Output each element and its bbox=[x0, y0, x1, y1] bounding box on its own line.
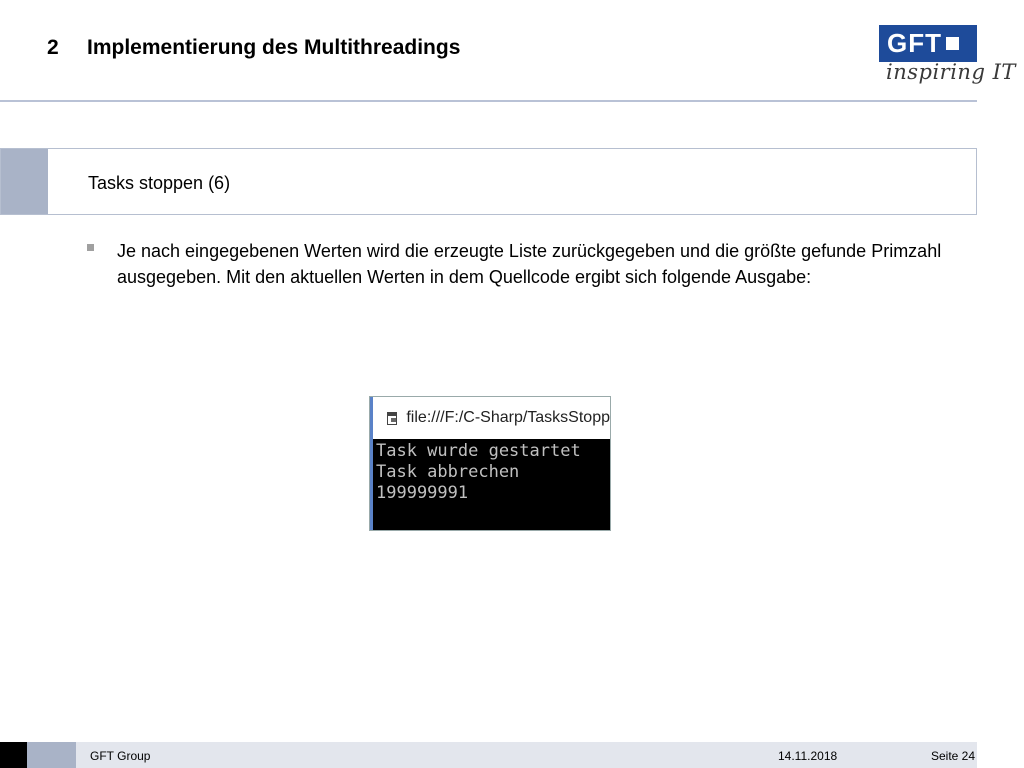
gft-logo: GFT bbox=[879, 25, 977, 62]
console-window-icon bbox=[387, 411, 398, 425]
console-title: file:///F:/C-Sharp/TasksStopp bbox=[406, 409, 610, 426]
console-line: Task abbrechen bbox=[376, 462, 520, 482]
console-screenshot: file:///F:/C-Sharp/TasksStopp Task wurde… bbox=[369, 396, 611, 531]
section-number: 2 bbox=[47, 36, 59, 59]
console-line: Task wurde gestartet bbox=[376, 441, 581, 461]
header-divider bbox=[0, 100, 977, 102]
logo-tagline: inspiring IT bbox=[886, 60, 1016, 84]
footer-accent bbox=[27, 742, 76, 768]
console-titlebar: file:///F:/C-Sharp/TasksStopp bbox=[370, 397, 610, 439]
logo-text: GFT bbox=[887, 28, 942, 58]
footer-date: 14.11.2018 bbox=[778, 749, 838, 763]
footer-dark-block bbox=[0, 742, 27, 768]
page-title: Implementierung des Multithreadings bbox=[87, 36, 461, 59]
console-line: 199999991 bbox=[376, 483, 469, 503]
section-accent bbox=[1, 149, 48, 214]
console-output: Task wurde gestartet Task abbrechen 1999… bbox=[370, 439, 610, 530]
section-title: Tasks stoppen (6) bbox=[88, 173, 231, 193]
bullet-square-icon bbox=[87, 244, 94, 251]
bullet-item: Je nach eingegebenen Werten wird die erz… bbox=[87, 238, 967, 290]
bullet-text: Je nach eingegebenen Werten wird die erz… bbox=[117, 241, 942, 287]
logo-square-icon bbox=[946, 37, 959, 50]
section-header: Tasks stoppen (6) bbox=[0, 148, 977, 215]
footer-page-number: Seite 24 bbox=[931, 749, 976, 763]
footer-bar bbox=[76, 742, 977, 768]
footer-company: GFT Group bbox=[90, 749, 151, 763]
